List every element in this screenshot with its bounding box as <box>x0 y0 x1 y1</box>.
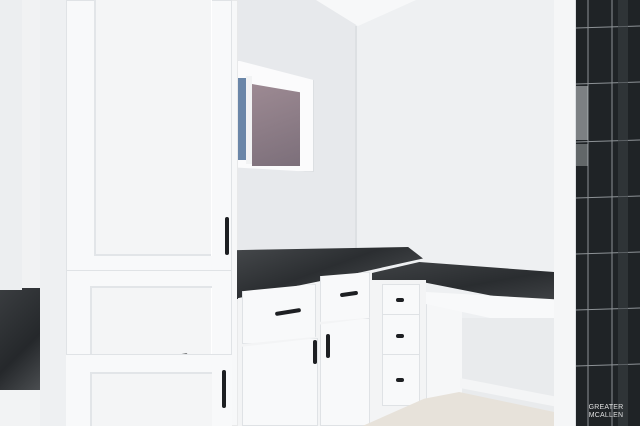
left-wall-strip <box>0 0 22 290</box>
grout-line <box>576 81 640 85</box>
pantry-upper-handle[interactable] <box>225 217 229 255</box>
grout-line <box>576 25 640 29</box>
left-counter-granite <box>0 288 40 390</box>
desk-drawer-2-handle[interactable] <box>396 334 404 338</box>
pantry-drawer-2-panel <box>90 372 212 426</box>
window-glass <box>252 84 300 166</box>
tile-highlight <box>576 86 588 140</box>
desk-drawer-3-handle[interactable] <box>396 378 404 382</box>
tile-highlight <box>576 144 588 166</box>
left-cabinet-edge <box>0 390 40 426</box>
tile-grout <box>576 0 640 426</box>
grout-line <box>576 251 640 255</box>
wall-corner <box>355 26 357 256</box>
door-frame <box>554 0 576 426</box>
grout-line <box>576 139 640 143</box>
watermark-logo: GREATER MCALLEN <box>578 404 634 422</box>
kitchen-photo: GREATER MCALLEN <box>0 0 640 426</box>
base-door-right-handle[interactable] <box>326 334 330 358</box>
pantry-drawer-2-handle[interactable] <box>222 370 226 408</box>
grout-line <box>576 363 640 367</box>
base-door-left-handle[interactable] <box>313 340 317 364</box>
pantry-cabinet-side <box>40 0 66 426</box>
desk-drawer-1-handle[interactable] <box>396 298 404 302</box>
watermark-text: GREATER MCALLEN <box>588 404 624 419</box>
window-mullion <box>246 76 252 164</box>
grout-line <box>576 307 640 311</box>
grout-line <box>576 195 640 199</box>
base-drawer-right[interactable] <box>320 272 370 322</box>
base-door-left[interactable] <box>242 338 318 426</box>
pantry-upper-door-panel <box>94 0 212 256</box>
tile-reflection <box>618 0 628 426</box>
